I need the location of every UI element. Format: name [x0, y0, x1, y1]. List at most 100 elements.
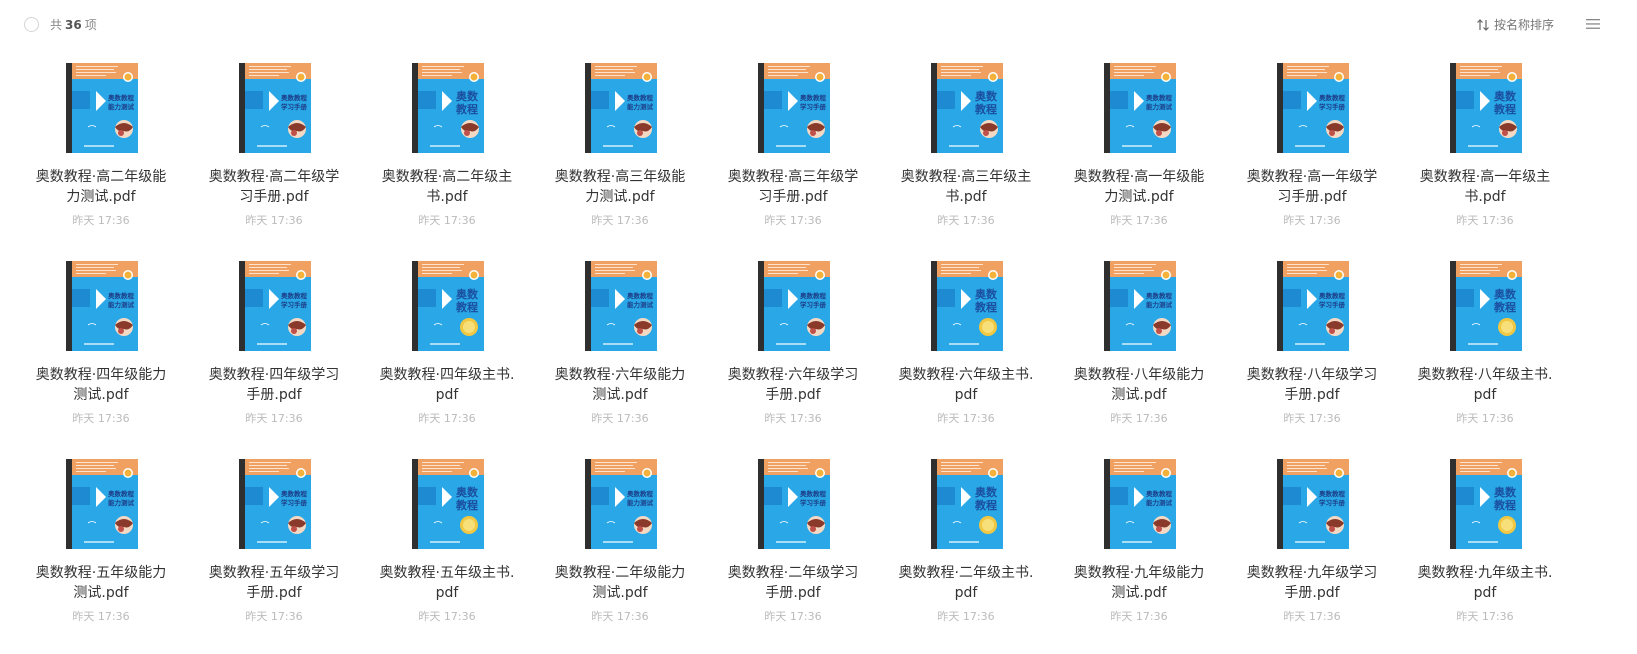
file-thumbnail[interactable]: 奥数 教程: [412, 459, 484, 549]
file-modified-time: 昨天 17:36: [1283, 412, 1341, 425]
file-thumbnail[interactable]: 奥数 教程: [1450, 63, 1522, 153]
file-name[interactable]: 奥数教程·四年级能力测试.pdf: [31, 365, 171, 405]
file-name[interactable]: 奥数教程·九年级能力测试.pdf: [1069, 563, 1209, 603]
svg-text:奥数教程: 奥数教程: [1145, 489, 1173, 498]
file-name[interactable]: 奥数教程·五年级主书.pdf: [377, 563, 517, 603]
file-item[interactable]: 奥数教程 学习手册 奥数教程·高一年级学习手册.pdf 昨天 17:36: [1242, 63, 1382, 253]
file-item[interactable]: 奥数教程 能力测试 奥数教程·六年级能力测试.pdf 昨天 17:36: [550, 261, 690, 451]
file-name[interactable]: 奥数教程·高三年级学习手册.pdf: [723, 167, 863, 207]
file-item[interactable]: 奥数教程 能力测试 奥数教程·二年级能力测试.pdf 昨天 17:36: [550, 459, 690, 649]
file-name[interactable]: 奥数教程·六年级学习手册.pdf: [723, 365, 863, 405]
file-thumbnail[interactable]: 奥数教程 能力测试: [1104, 63, 1176, 153]
file-thumbnail[interactable]: 奥数教程 学习手册: [1277, 261, 1349, 351]
file-item[interactable]: 奥数 教程奥数教程·高一年级主书.pdf 昨天 17:36: [1415, 63, 1555, 253]
file-thumbnail[interactable]: 奥数 教程: [931, 459, 1003, 549]
file-item[interactable]: 奥数教程 学习手册 奥数教程·六年级学习手册.pdf 昨天 17:36: [723, 261, 863, 451]
file-thumbnail[interactable]: 奥数 教程: [1450, 261, 1522, 351]
file-thumbnail[interactable]: 奥数教程 学习手册: [758, 63, 830, 153]
file-thumbnail[interactable]: 奥数教程 学习手册: [758, 261, 830, 351]
file-name[interactable]: 奥数教程·高一年级能力测试.pdf: [1069, 167, 1209, 207]
file-name[interactable]: 奥数教程·二年级学习手册.pdf: [723, 563, 863, 603]
file-name[interactable]: 奥数教程·八年级能力测试.pdf: [1069, 365, 1209, 405]
file-name[interactable]: 奥数教程·六年级主书.pdf: [896, 365, 1036, 405]
file-thumbnail[interactable]: 奥数 教程: [412, 63, 484, 153]
file-thumbnail[interactable]: 奥数教程 学习手册: [239, 261, 311, 351]
file-name[interactable]: 奥数教程·四年级学习手册.pdf: [204, 365, 344, 405]
file-item[interactable]: 奥数 教程 奥数教程·四年级主书.pdf 昨天 17:36: [377, 261, 517, 451]
file-item[interactable]: 奥数 教程 奥数教程·高三年级主书.pdf 昨天 17:36: [896, 63, 1036, 253]
svg-text:教程: 教程: [1493, 498, 1516, 512]
svg-text:能力测试: 能力测试: [108, 498, 135, 507]
file-name[interactable]: 奥数教程·九年级主书.pdf: [1415, 563, 1555, 603]
svg-text:奥数: 奥数: [455, 287, 479, 301]
file-name[interactable]: 奥数教程·二年级能力测试.pdf: [550, 563, 690, 603]
file-item[interactable]: 奥数教程 能力测试奥数教程·五年级能力测试.pdf 昨天 17:36: [31, 459, 171, 649]
file-thumbnail[interactable]: 奥数教程 能力测试: [585, 261, 657, 351]
file-thumbnail[interactable]: 奥数教程 学习手册: [239, 63, 311, 153]
file-thumbnail[interactable]: 奥数教程 能力测试: [1104, 459, 1176, 549]
file-thumbnail[interactable]: 奥数 教程: [931, 63, 1003, 153]
file-item[interactable]: 奥数教程 能力测试 奥数教程·九年级能力测试.pdf 昨天 17:36: [1069, 459, 1209, 649]
file-thumbnail[interactable]: 奥数 教程: [1450, 459, 1522, 549]
file-item[interactable]: 奥数教程 学习手册 奥数教程·高三年级学习手册.pdf 昨天 17:36: [723, 63, 863, 253]
file-modified-time: 昨天 17:36: [1456, 412, 1514, 425]
file-item[interactable]: 奥数教程 学习手册 奥数教程·九年级学习手册.pdf 昨天 17:36: [1242, 459, 1382, 649]
file-name[interactable]: 奥数教程·四年级主书.pdf: [377, 365, 517, 405]
file-name[interactable]: 奥数教程·五年级能力测试.pdf: [31, 563, 171, 603]
svg-text:学习手册: 学习手册: [281, 300, 308, 309]
file-item[interactable]: 奥数教程 能力测试 奥数教程·四年级能力测试.pdf 昨天 17:36: [31, 261, 171, 451]
file-thumbnail[interactable]: 奥数教程 能力测试: [585, 63, 657, 153]
file-name[interactable]: 奥数教程·二年级主书.pdf: [896, 563, 1036, 603]
file-name[interactable]: 奥数教程·高三年级主书.pdf: [896, 167, 1036, 207]
file-item[interactable]: 奥数 教程 奥数教程·六年级主书.pdf 昨天 17:36: [896, 261, 1036, 451]
file-item[interactable]: 奥数教程 能力测试 奥数教程·八年级能力测试.pdf 昨天 17:36: [1069, 261, 1209, 451]
file-name[interactable]: 奥数教程·高一年级学习手册.pdf: [1242, 167, 1382, 207]
file-item[interactable]: 奥数教程 学习手册 奥数教程·四年级学习手册.pdf 昨天 17:36: [204, 261, 344, 451]
file-thumbnail[interactable]: 奥数 教程: [931, 261, 1003, 351]
file-name[interactable]: 奥数教程·高三年级能力测试.pdf: [550, 167, 690, 207]
svg-text:能力测试: 能力测试: [627, 300, 654, 309]
file-name[interactable]: 奥数教程·九年级学习手册.pdf: [1242, 563, 1382, 603]
file-thumbnail[interactable]: 奥数 教程: [412, 261, 484, 351]
file-modified-time: 昨天 17:36: [72, 610, 130, 623]
file-item[interactable]: 奥数教程 能力测试 奥数教程·高一年级能力测试.pdf 昨天 17:36: [1069, 63, 1209, 253]
file-name[interactable]: 奥数教程·高一年级主书.pdf: [1415, 167, 1555, 207]
svg-text:奥数教程: 奥数教程: [1318, 291, 1346, 300]
file-thumbnail[interactable]: 奥数教程 学习手册: [239, 459, 311, 549]
file-name[interactable]: 奥数教程·六年级能力测试.pdf: [550, 365, 690, 405]
file-item[interactable]: 奥数教程 能力测试 奥数教程·高二年级能力测试.pdf 昨天 17:36: [31, 63, 171, 253]
file-name[interactable]: 奥数教程·高二年级学习手册.pdf: [204, 167, 344, 207]
file-thumbnail[interactable]: 奥数教程 能力测试: [66, 261, 138, 351]
file-item[interactable]: 奥数教程 学习手册奥数教程·八年级学习手册.pdf 昨天 17:36: [1242, 261, 1382, 451]
pdf-cover-thumbnail: 奥数教程: [412, 261, 484, 351]
pdf-cover-thumbnail: 奥数教程: [931, 63, 1003, 153]
svg-text:能力测试: 能力测试: [108, 102, 135, 111]
file-item[interactable]: 奥数教程 学习手册 奥数教程·五年级学习手册.pdf 昨天 17:36: [204, 459, 344, 649]
file-name[interactable]: 奥数教程·高二年级能力测试.pdf: [31, 167, 171, 207]
file-item[interactable]: 奥数教程 学习手册 奥数教程·高二年级学习手册.pdf 昨天 17:36: [204, 63, 344, 253]
svg-text:奥数教程: 奥数教程: [626, 291, 654, 300]
file-item[interactable]: 奥数 教程 奥数教程·五年级主书.pdf 昨天 17:36: [377, 459, 517, 649]
file-item[interactable]: 奥数教程 学习手册 奥数教程·二年级学习手册.pdf 昨天 17:36: [723, 459, 863, 649]
file-thumbnail[interactable]: 奥数教程 学习手册: [1277, 63, 1349, 153]
file-name[interactable]: 奥数教程·八年级主书.pdf: [1415, 365, 1555, 405]
file-item[interactable]: 奥数 教程 奥数教程·九年级主书.pdf 昨天 17:36: [1415, 459, 1555, 649]
file-name[interactable]: 奥数教程·高二年级主书.pdf: [377, 167, 517, 207]
file-name[interactable]: 奥数教程·五年级学习手册.pdf: [204, 563, 344, 603]
file-item[interactable]: 奥数教程 能力测试 奥数教程·高三年级能力测试.pdf 昨天 17:36: [550, 63, 690, 253]
file-item[interactable]: 奥数 教程 奥数教程·二年级主书.pdf 昨天 17:36: [896, 459, 1036, 649]
file-item[interactable]: 奥数 教程奥数教程·八年级主书.pdf 昨天 17:36: [1415, 261, 1555, 451]
svg-text:奥数教程: 奥数教程: [280, 489, 308, 498]
file-thumbnail[interactable]: 奥数教程 能力测试: [66, 459, 138, 549]
svg-text:奥数教程: 奥数教程: [1318, 93, 1346, 102]
file-modified-time: 昨天 17:36: [1456, 214, 1514, 227]
file-thumbnail[interactable]: 奥数教程 学习手册: [1277, 459, 1349, 549]
file-name[interactable]: 奥数教程·八年级学习手册.pdf: [1242, 365, 1382, 405]
file-thumbnail[interactable]: 奥数教程 学习手册: [758, 459, 830, 549]
svg-text:能力测试: 能力测试: [1146, 498, 1173, 507]
file-item[interactable]: 奥数 教程 奥数教程·高二年级主书.pdf 昨天 17:36: [377, 63, 517, 253]
file-thumbnail[interactable]: 奥数教程 能力测试: [66, 63, 138, 153]
file-thumbnail[interactable]: 奥数教程 能力测试: [1104, 261, 1176, 351]
file-thumbnail[interactable]: 奥数教程 能力测试: [585, 459, 657, 549]
svg-text:奥数: 奥数: [455, 89, 479, 103]
